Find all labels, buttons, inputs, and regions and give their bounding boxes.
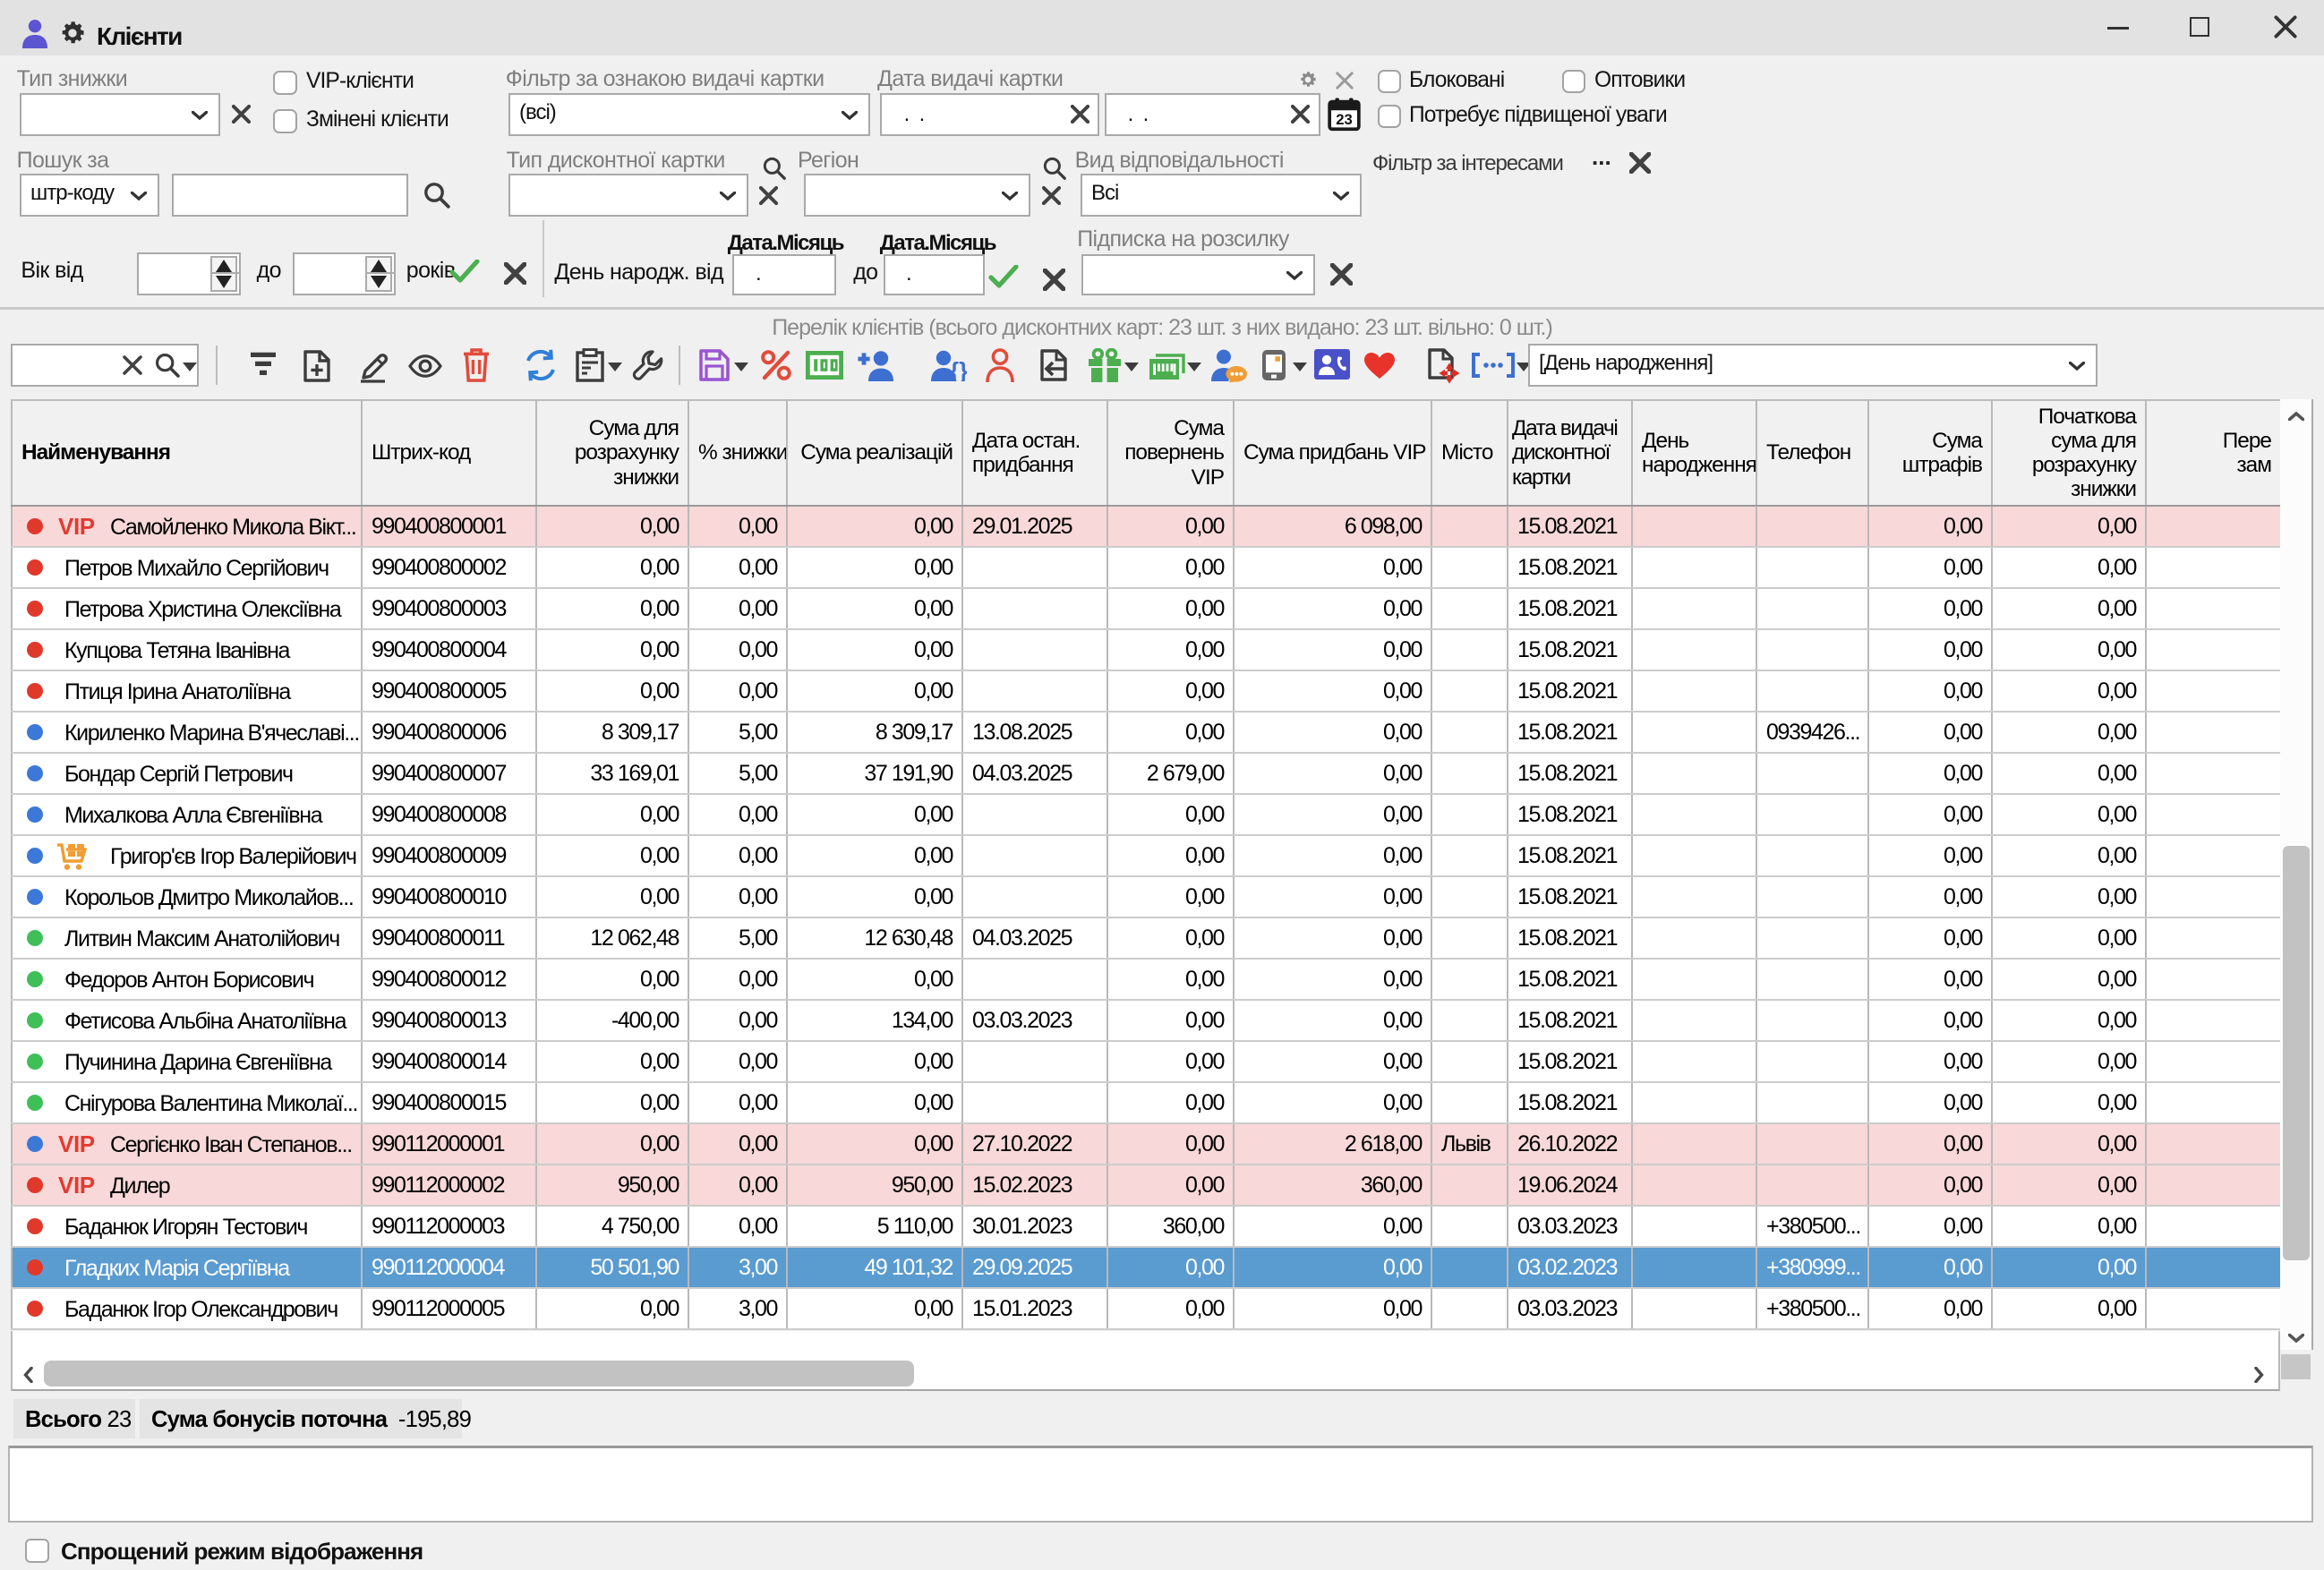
svg-text:23: 23 bbox=[1336, 111, 1353, 128]
svg-text:{}: {} bbox=[950, 357, 967, 381]
